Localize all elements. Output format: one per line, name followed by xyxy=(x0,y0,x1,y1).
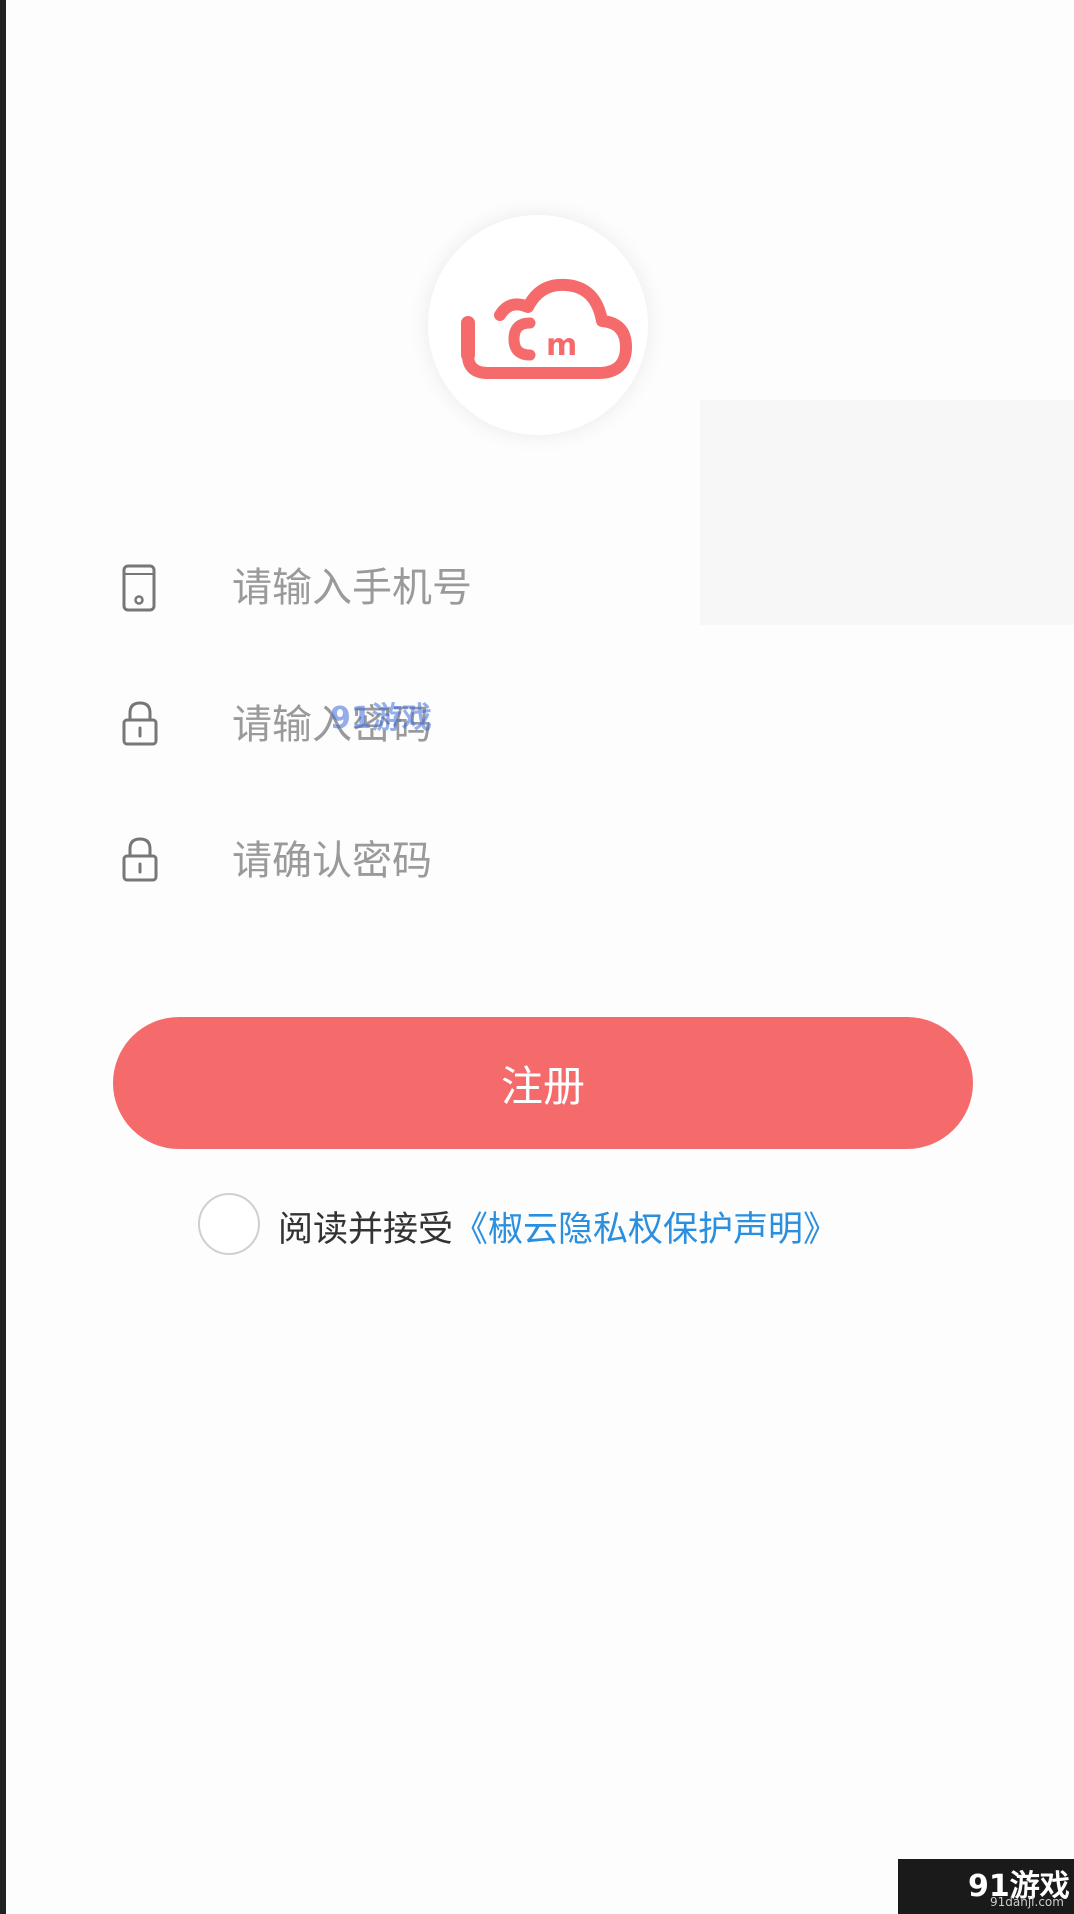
privacy-policy-link[interactable]: 《椒云隐私权保护声明》 xyxy=(453,1210,838,1250)
cloud-logo-icon: m xyxy=(461,278,632,379)
svg-text:m: m xyxy=(546,328,577,363)
agreement-row: 阅读并接受《椒云隐私权保护声明》 xyxy=(198,1193,958,1259)
corner-watermark-url: 91danji.com xyxy=(990,1895,1064,1909)
agreement-checkbox[interactable] xyxy=(198,1193,260,1255)
phone-field-row xyxy=(112,543,972,633)
password-field-row xyxy=(112,680,972,770)
lock-icon xyxy=(122,837,158,882)
lock-icon xyxy=(122,701,158,746)
register-button[interactable]: 注册 xyxy=(113,1017,973,1149)
agreement-text: 阅读并接受《椒云隐私权保护声明》 xyxy=(278,1201,838,1252)
watermark-text: 91游戏 xyxy=(330,701,432,736)
app-logo: m xyxy=(428,215,648,435)
agreement-prefix: 阅读并接受 xyxy=(278,1210,454,1250)
phone-input[interactable] xyxy=(232,543,932,633)
register-screen: m 91游戏 注册 阅读并接受《椒云隐 xyxy=(0,0,1074,1914)
confirm-password-input[interactable] xyxy=(232,816,932,906)
phone-icon xyxy=(122,564,156,612)
corner-watermark: 91游戏 91danji.com xyxy=(898,1859,1074,1914)
left-edge-bar xyxy=(0,0,6,1914)
confirm-password-field-row xyxy=(112,816,972,906)
